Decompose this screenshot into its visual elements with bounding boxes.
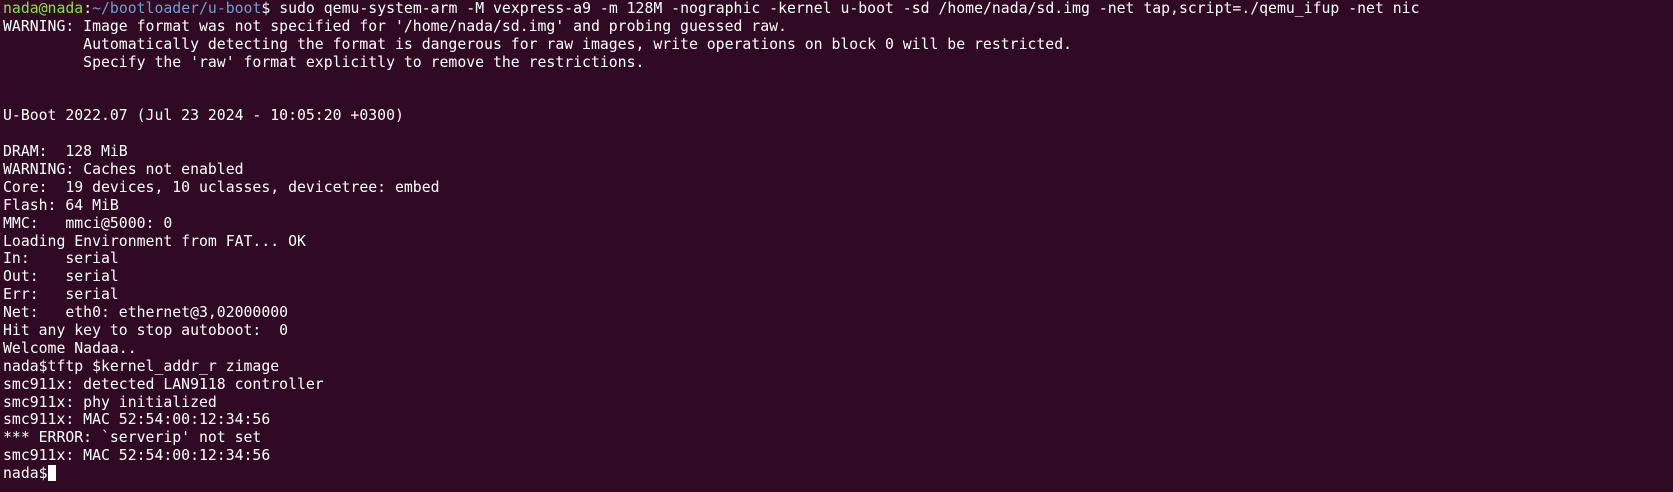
output-line: Err: serial [3,286,119,304]
output-line: DRAM: 128 MiB [3,143,128,161]
prompt-command: sudo qemu-system-arm -M vexpress-a9 -m 1… [270,0,1420,17]
output-line: WARNING: Caches not enabled [3,161,244,179]
output-line: smc911x: detected LAN9118 controller [3,375,324,393]
terminal-window[interactable]: nada@nada:~/bootloader/u-boot$ sudo qemu… [0,0,1673,492]
prompt-user-host: nada@nada [3,0,84,17]
output-line: Loading Environment from FAT... OK [3,232,306,250]
output-line: Hit any key to stop autoboot: 0 [3,322,289,340]
output-line: Core: 19 devices, 10 uclasses, devicetre… [3,178,440,196]
output-line: Automatically detecting the format is da… [3,35,1073,53]
prompt-cwd: ~/bootloader/u-boot [92,0,262,17]
uboot-prompt: nada$ [3,465,48,483]
prompt-symbol: $ [261,0,271,17]
output-line: Welcome Nadaa.. [3,339,137,357]
shell-prompt-line: nada@nada:~/bootloader/u-boot$ sudo qemu… [3,0,1673,18]
output-line: smc911x: MAC 52:54:00:12:34:56 [3,411,271,429]
output-line: nada$tftp $kernel_addr_r zimage [3,357,280,375]
output-line: MMC: mmci@5000: 0 [3,214,173,232]
output-line: In: serial [3,250,119,268]
terminal-output: WARNING: Image format was not specified … [3,18,1673,465]
output-line: U-Boot 2022.07 (Jul 23 2024 - 10:05:20 +… [3,107,404,125]
output-line: Specify the 'raw' format explicitly to r… [3,53,645,71]
output-line: smc911x: phy initialized [3,393,217,411]
text-cursor [47,465,57,482]
output-line: Flash: 64 MiB [3,196,119,214]
output-line: WARNING: Image format was not specified … [3,17,787,35]
output-line: Out: serial [3,268,119,286]
output-line: *** ERROR: `serverip' not set [3,429,262,447]
prompt-separator: : [83,0,93,17]
output-line: smc911x: MAC 52:54:00:12:34:56 [3,447,271,465]
output-line: Net: eth0: ethernet@3,02000000 [3,304,289,322]
uboot-prompt-line[interactable]: nada$ [3,465,1673,483]
